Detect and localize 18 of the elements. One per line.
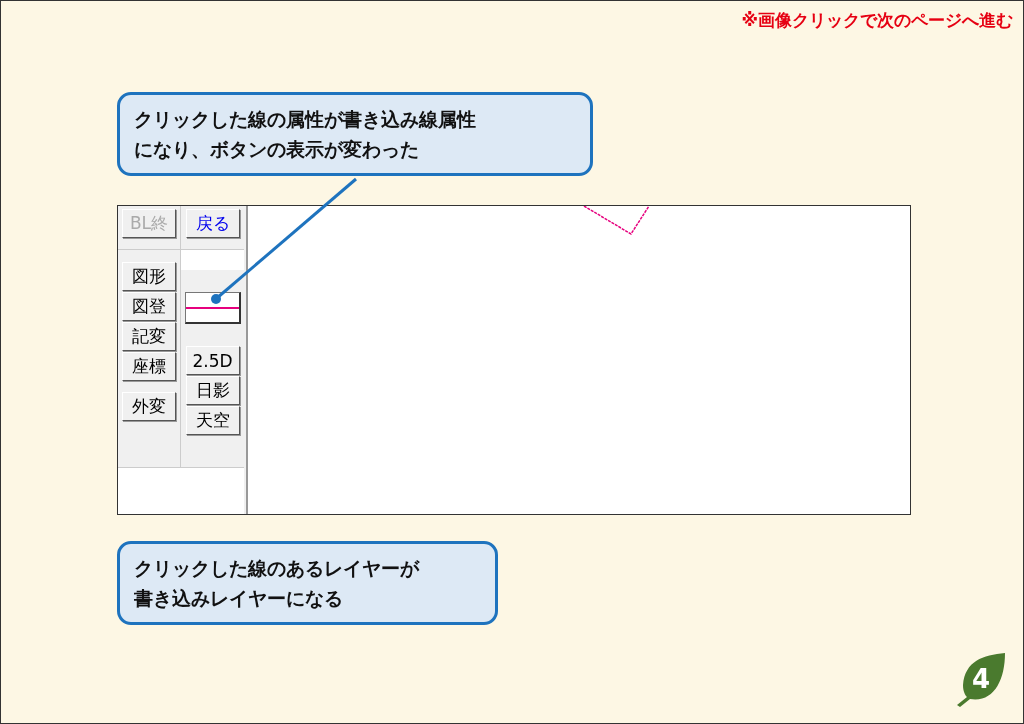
toolbar-button[interactable]: 2.5D xyxy=(185,346,240,375)
toolbar-button[interactable]: 外変 xyxy=(122,392,176,421)
drawn-line xyxy=(583,206,650,235)
toolbar-button[interactable]: 記変 xyxy=(122,322,176,351)
line-attribute-button[interactable] xyxy=(184,292,241,324)
line-sample-icon xyxy=(185,305,239,310)
callout-text: クリックした線のあるレイヤーが xyxy=(134,556,419,581)
toolbar-button[interactable]: 日影 xyxy=(185,376,240,405)
page-number: 4 xyxy=(971,664,991,694)
page-note: ※画像クリックで次のページへ進む xyxy=(741,9,1013,32)
toolbar-button[interactable]: 座標 xyxy=(122,352,176,381)
toolbar-button[interactable]: 図登 xyxy=(122,292,176,321)
toolbar-button[interactable]: 図形 xyxy=(122,262,176,291)
callout-text: 書き込みレイヤーになる xyxy=(134,586,343,611)
toolbar-button[interactable]: 天空 xyxy=(185,406,240,435)
callout-text: になり、ボタンの表示が変わった xyxy=(134,137,419,162)
callout-text: クリックした線の属性が書き込み線属性 xyxy=(134,107,476,132)
back-button[interactable]: 戻る xyxy=(185,209,240,238)
